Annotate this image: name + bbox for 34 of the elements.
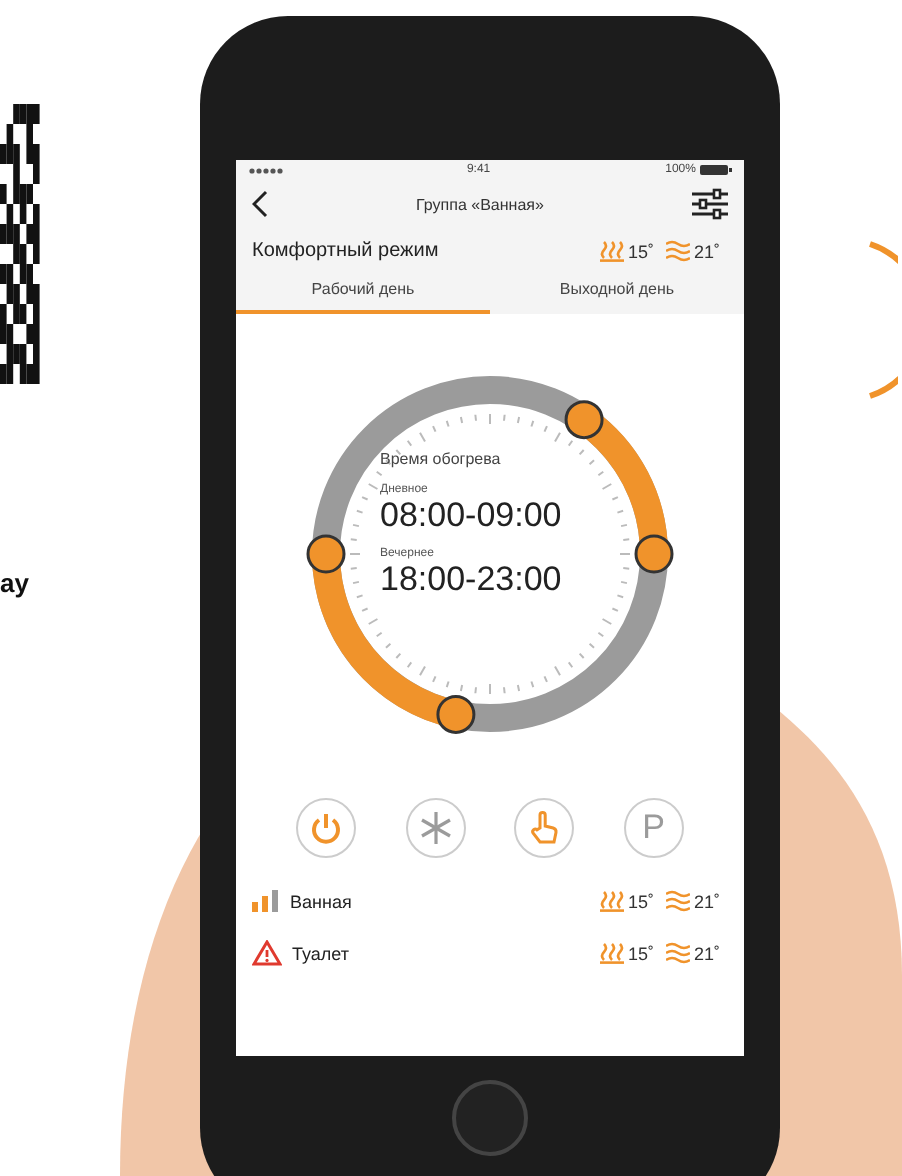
dial-title: Время обогрева (380, 450, 501, 468)
manual-mode-button[interactable] (514, 798, 575, 858)
zone-name[interactable]: Ванная (290, 891, 590, 911)
floor-heating-icon (599, 942, 624, 964)
mode-label: Комфортный режим (252, 240, 439, 262)
floor-heating-icon (599, 240, 624, 262)
air-heating-icon (665, 890, 690, 912)
air-temperature: 21˚ (693, 241, 720, 261)
period-time: 08:00-09:00 (380, 496, 562, 536)
battery-icon (699, 164, 732, 176)
air-heating-icon (665, 942, 690, 964)
settings-sliders-icon[interactable] (691, 188, 728, 220)
period-time: 18:00-23:00 (380, 560, 562, 600)
air-temperature: 21˚ (693, 943, 720, 963)
hand-pointer-icon (528, 810, 561, 846)
power-mode-button[interactable] (296, 798, 357, 858)
air-heating-icon (665, 240, 690, 262)
warning-icon (252, 940, 282, 966)
floor-heating-icon (599, 890, 624, 912)
signal-bars-icon (252, 890, 280, 912)
side-caption: ay (0, 568, 31, 598)
back-icon[interactable] (252, 190, 268, 218)
floor-temperature: 15˚ (627, 241, 654, 261)
home-button[interactable] (452, 1080, 528, 1156)
floor-temperature: 15˚ (627, 943, 654, 963)
snowflake-icon (417, 810, 454, 846)
frost-mode-button[interactable] (405, 798, 466, 858)
day-tab[interactable]: Выходной день (490, 270, 744, 314)
power-icon (310, 812, 343, 844)
day-tab[interactable]: Рабочий день (236, 270, 490, 314)
zone-name[interactable]: Туалет (292, 943, 590, 963)
screen-title: Группа «Ванная» (416, 195, 544, 213)
floor-temperature: 15˚ (627, 891, 654, 911)
air-temperature: 21˚ (693, 891, 720, 911)
